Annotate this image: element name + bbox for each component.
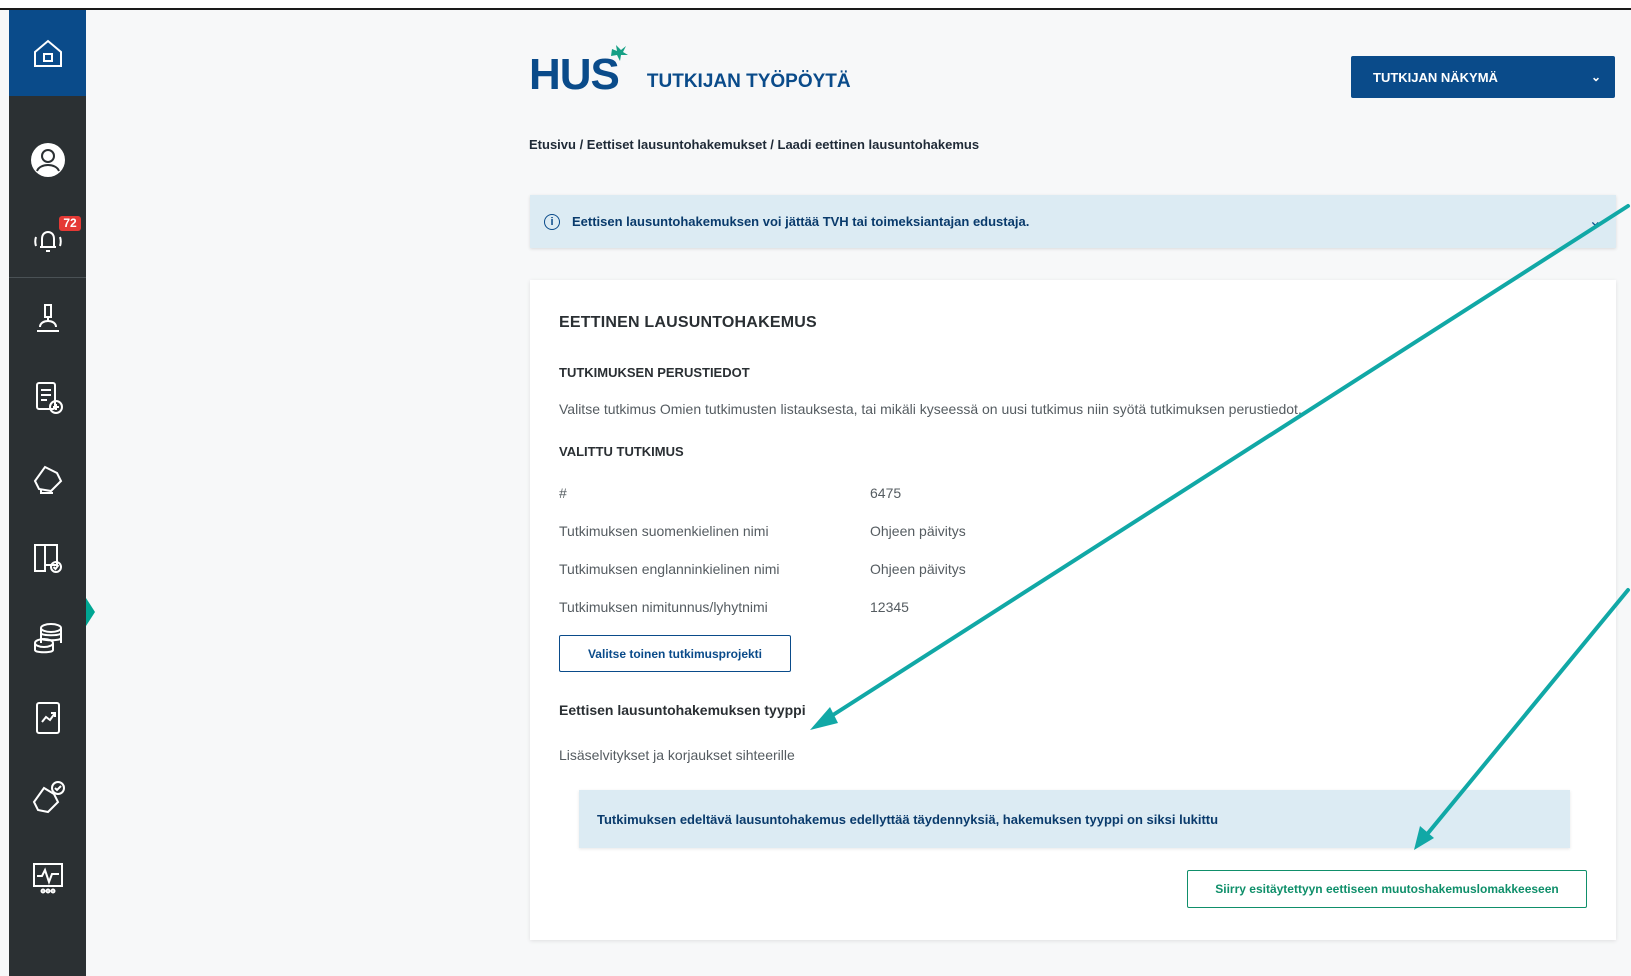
sidebar: 72 [9, 10, 86, 976]
coins-stack-icon [33, 623, 62, 654]
row-label: Tutkimuksen englanninkielinen nimi [559, 561, 780, 577]
info-banner-text: Eettisen lausuntohakemuksen voi jättää T… [572, 214, 1030, 229]
sidebar-item-finance[interactable] [9, 608, 86, 668]
basics-description: Valitse tutkimus Omien tutkimusten lista… [559, 401, 1302, 417]
basics-section-title: TUTKIMUKSEN PERUSTIEDOT [559, 365, 750, 380]
document-add-icon [35, 382, 63, 414]
sidebar-item-profile[interactable] [9, 130, 86, 190]
row-value: 12345 [870, 599, 909, 615]
card-title: EETTINEN LAUSUNTOHAKEMUS [559, 314, 817, 331]
user-icon [30, 143, 65, 177]
choose-other-project-button[interactable]: Valitse toinen tutkimusprojekti [559, 635, 791, 672]
info-icon: i [544, 213, 560, 230]
chevron-down-icon[interactable]: ⌄ [1589, 211, 1602, 231]
view-select[interactable]: TUTKIJAN NÄKYMÄ ⌄ [1351, 56, 1615, 98]
monitor-pulse-icon [32, 863, 63, 894]
chevron-down-icon: ⌄ [1590, 70, 1601, 84]
application-card: EETTINEN LAUSUNTOHAKEMUS TUTKIMUKSEN PER… [530, 280, 1616, 940]
breadcrumb[interactable]: Etusivu / Eettiset lausuntohakemukset / … [529, 137, 979, 152]
sidebar-item-home[interactable] [9, 10, 86, 96]
microscope-icon [36, 304, 59, 332]
info-banner[interactable]: i Eettisen lausuntohakemuksen voi jättää… [530, 195, 1616, 248]
sidebar-item-new-document[interactable] [9, 368, 86, 428]
locked-type-notice: Tutkimuksen edeltävä lausuntohakemus ede… [579, 790, 1570, 848]
top-border [0, 0, 1631, 10]
hus-cross-icon [611, 45, 628, 61]
handshake-icon [33, 465, 62, 494]
study-row-finnish-name: Tutkimuksen suomenkielinen nimi Ohjeen p… [559, 523, 966, 539]
sidebar-item-approved-agreements[interactable] [9, 768, 86, 828]
report-chart-icon [35, 702, 60, 734]
row-value: 6475 [870, 485, 902, 501]
row-value: Ohjeen päivitys [870, 561, 966, 577]
sidebar-item-monitoring[interactable] [9, 848, 86, 908]
row-value: Ohjeen päivitys [870, 523, 966, 539]
study-row-english-name: Tutkimuksen englanninkielinen nimi Ohjee… [559, 561, 966, 577]
handshake-check-icon [32, 781, 65, 814]
sidebar-item-agreements[interactable] [9, 448, 86, 508]
go-to-amendment-form-button[interactable]: Siirry esitäytettyyn eettiseen muutoshak… [1187, 870, 1587, 908]
sidebar-item-archive[interactable] [9, 528, 86, 588]
notification-badge: 72 [59, 216, 81, 231]
view-select-value: TUTKIJAN NÄKYMÄ [1373, 69, 1498, 85]
application-type-label: Eettisen lausuntohakemuksen tyyppi [559, 702, 806, 718]
row-label: # [559, 485, 567, 501]
study-row-short-name: Tutkimuksen nimitunnus/lyhytnimi 12345 [559, 599, 909, 615]
application-type-value: Lisäselvitykset ja korjaukset sihteerill… [559, 747, 795, 763]
sidebar-divider [9, 277, 86, 278]
home-icon [33, 39, 62, 67]
archive-check-icon [33, 544, 62, 573]
sidebar-active-indicator [86, 598, 95, 626]
row-label: Tutkimuksen nimitunnus/lyhytnimi [559, 599, 768, 615]
app-title: TUTKIJAN TYÖPÖYTÄ [646, 71, 851, 92]
selected-study-title: VALITTU TUTKIMUS [559, 444, 684, 459]
sidebar-item-reports[interactable] [9, 688, 86, 748]
app-logo[interactable]: HUS TUTKIJAN TYÖPÖYTÄ [529, 45, 851, 99]
study-row-id: # 6475 [559, 485, 901, 501]
row-label: Tutkimuksen suomenkielinen nimi [559, 523, 769, 539]
sidebar-item-research[interactable] [9, 288, 86, 348]
hus-logo-text: HUS [529, 50, 620, 99]
